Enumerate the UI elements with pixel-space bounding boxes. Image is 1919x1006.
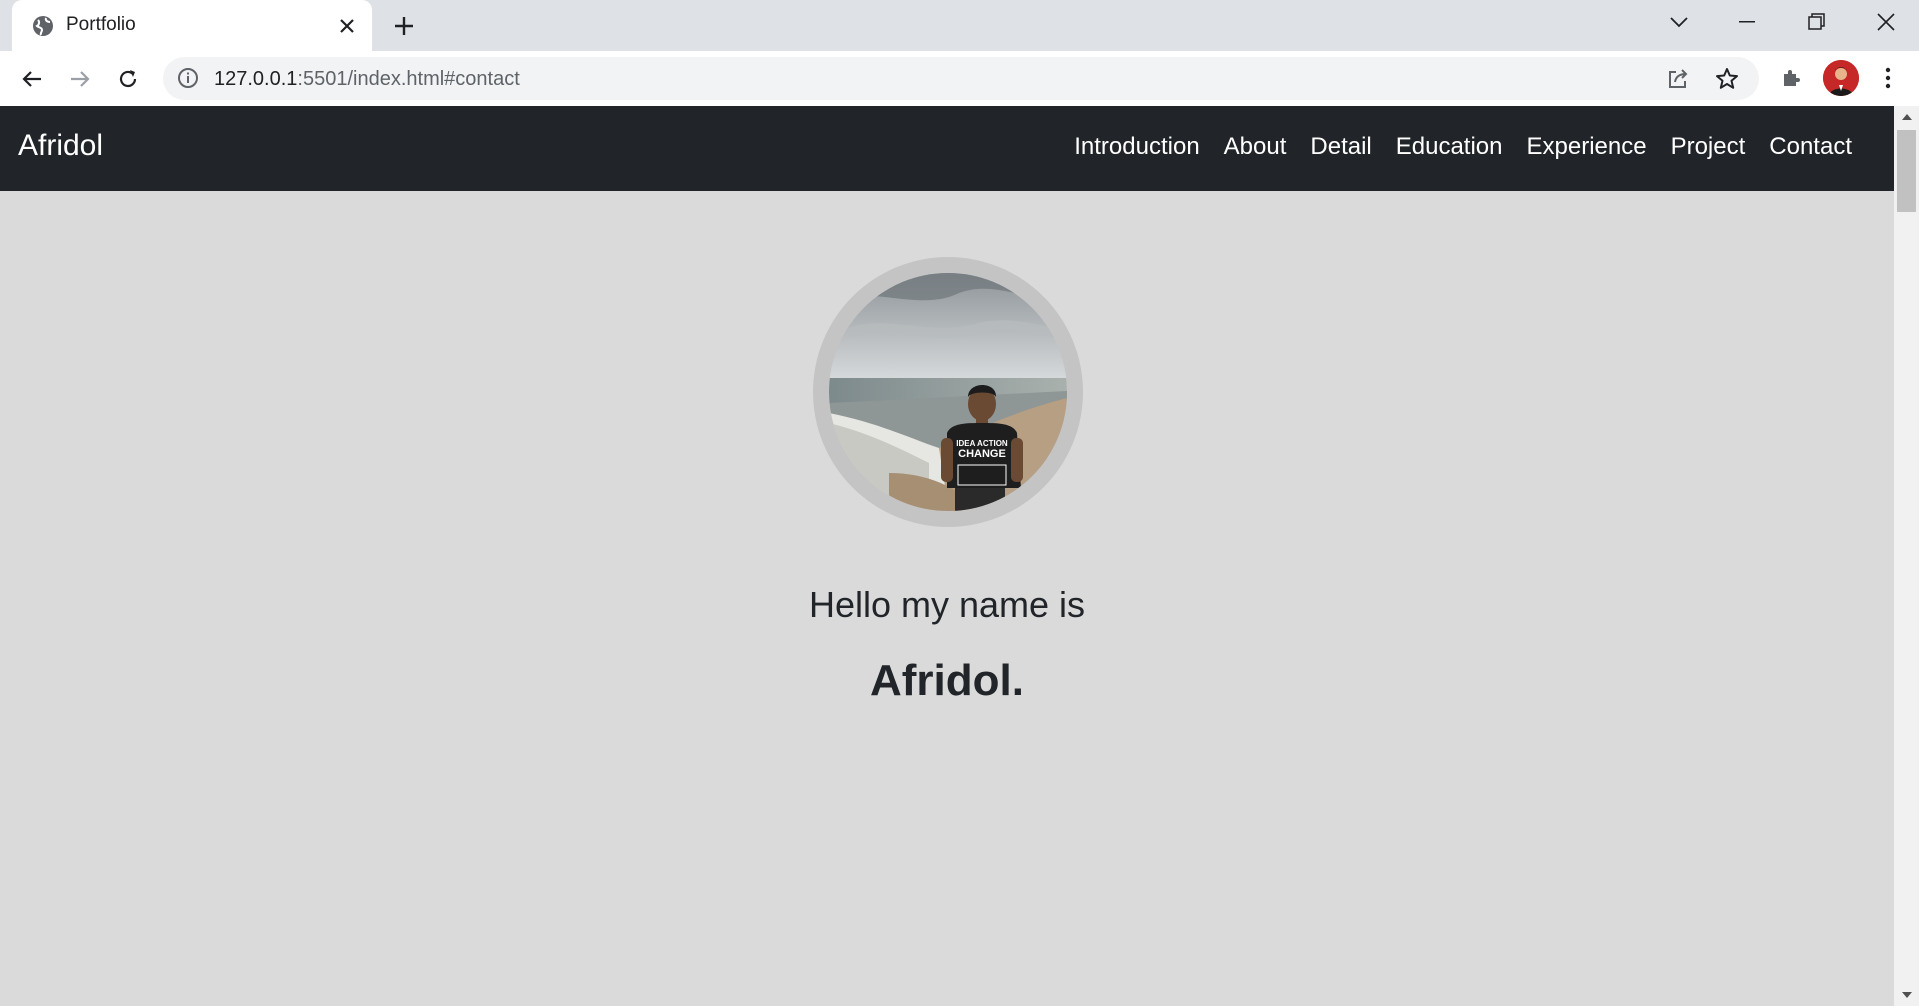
profile-avatar[interactable]: [1823, 60, 1859, 96]
bookmark-star-icon[interactable]: [1714, 66, 1740, 92]
browser-tabstrip: Portfolio: [0, 0, 1919, 51]
hero-name: Afridol.: [870, 656, 1024, 705]
close-window-icon[interactable]: [1853, 0, 1919, 44]
back-arrow-icon[interactable]: [14, 61, 50, 97]
nav-contact[interactable]: Contact: [1757, 133, 1864, 161]
new-tab-button[interactable]: [388, 10, 420, 42]
scroll-down-arrow-icon[interactable]: [1894, 984, 1919, 1006]
site-info-icon[interactable]: [177, 67, 199, 89]
page-viewport: Afridol Introduction About Detail Educat…: [0, 106, 1894, 1006]
browser-tab[interactable]: Portfolio: [12, 0, 372, 51]
nav-introduction[interactable]: Introduction: [1062, 133, 1211, 161]
hero-greeting: Hello my name is: [808, 584, 1086, 625]
page-scrollbar[interactable]: [1894, 106, 1919, 1006]
url-text: 127.0.0.1:5501/index.html#contact: [214, 68, 520, 90]
scroll-thumb[interactable]: [1897, 130, 1916, 212]
nav-experience[interactable]: Experience: [1515, 133, 1659, 161]
tab-search-icon[interactable]: [1646, 0, 1712, 44]
minimize-icon[interactable]: [1714, 0, 1780, 44]
restore-icon[interactable]: [1784, 0, 1850, 44]
share-icon[interactable]: [1665, 66, 1691, 92]
browser-toolbar: 127.0.0.1:5501/index.html#contact: [0, 51, 1919, 106]
nav-detail[interactable]: Detail: [1298, 133, 1383, 161]
close-tab-icon[interactable]: [334, 13, 360, 39]
nav-project[interactable]: Project: [1659, 133, 1758, 161]
extensions-puzzle-icon[interactable]: [1776, 62, 1808, 94]
kebab-menu-icon[interactable]: [1873, 62, 1903, 94]
profile-photo: IDEA ACTION CHANGE: [829, 273, 1067, 511]
nav-education[interactable]: Education: [1384, 133, 1515, 161]
address-bar[interactable]: 127.0.0.1:5501/index.html#contact: [163, 57, 1759, 100]
globe-icon: [30, 13, 56, 39]
site-navbar: Afridol Introduction About Detail Educat…: [0, 106, 1894, 191]
brand-link[interactable]: Afridol: [18, 129, 103, 163]
forward-arrow-icon[interactable]: [62, 61, 98, 97]
nav-links: Introduction About Detail Education Expe…: [1062, 133, 1864, 161]
scroll-up-arrow-icon[interactable]: [1894, 106, 1919, 128]
profile-photo-frame: IDEA ACTION CHANGE: [813, 257, 1083, 527]
svg-text:IDEA ACTION: IDEA ACTION: [956, 439, 1008, 448]
svg-text:CHANGE: CHANGE: [958, 448, 1006, 460]
tab-title: Portfolio: [66, 14, 136, 35]
nav-about[interactable]: About: [1212, 133, 1299, 161]
reload-icon[interactable]: [110, 61, 146, 97]
